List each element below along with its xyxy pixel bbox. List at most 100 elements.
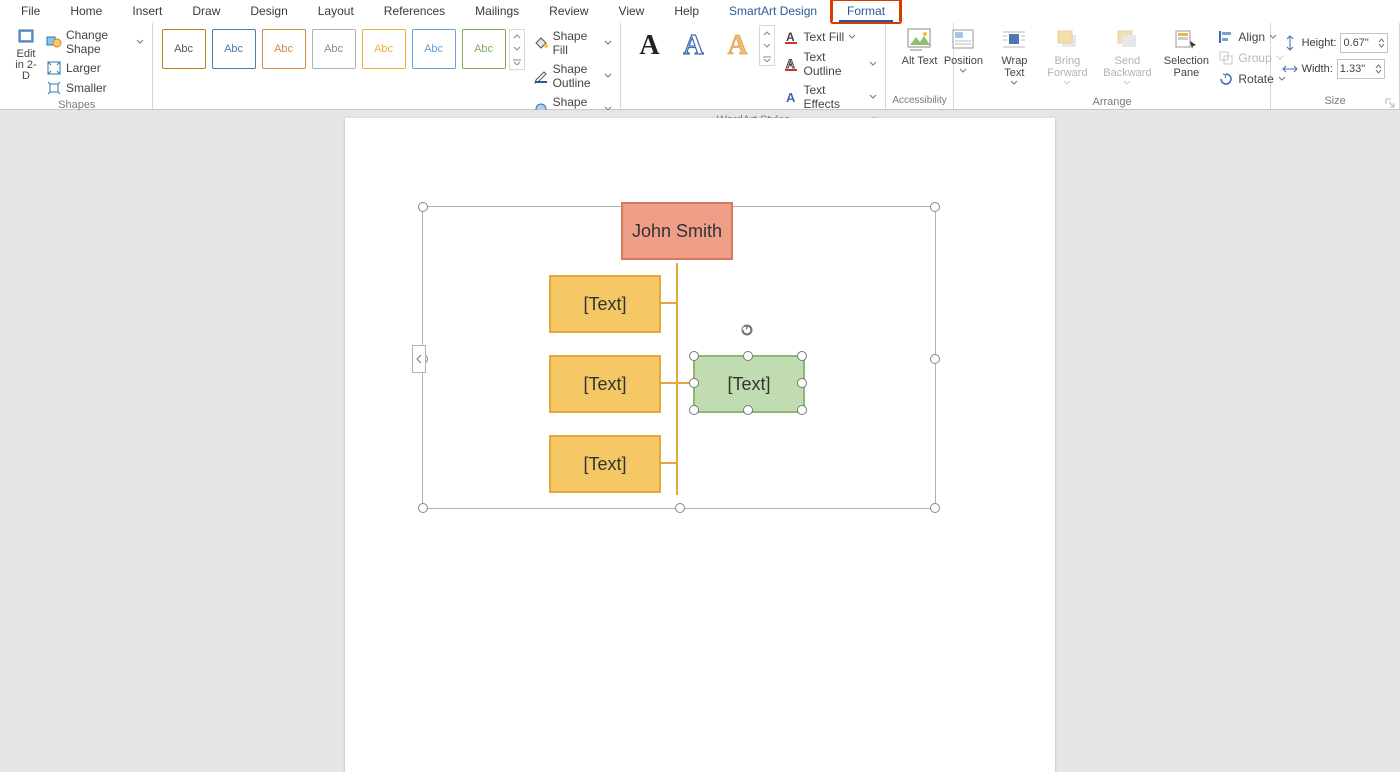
- wordart-preset-2[interactable]: A: [671, 26, 715, 66]
- tab-draw[interactable]: Draw: [177, 0, 235, 22]
- text-fill-button[interactable]: A Text Fill: [781, 28, 879, 46]
- tab-mailings[interactable]: Mailings: [460, 0, 534, 22]
- shape-handle-ne[interactable]: [797, 351, 807, 361]
- shape-style-preset-3[interactable]: Abc: [262, 29, 306, 69]
- rotate-handle[interactable]: [740, 323, 754, 337]
- change-shape-button[interactable]: Change Shape: [44, 27, 146, 57]
- position-button[interactable]: Position: [936, 25, 990, 82]
- tab-design[interactable]: Design: [235, 0, 302, 22]
- wordart-preset-1[interactable]: A: [627, 26, 671, 66]
- scroll-up-icon[interactable]: [760, 26, 774, 39]
- resize-handle-sw[interactable]: [418, 503, 428, 513]
- group-icon: [1218, 50, 1234, 66]
- width-icon: [1282, 61, 1298, 77]
- shape-handle-s[interactable]: [743, 405, 753, 415]
- larger-button[interactable]: Larger: [44, 59, 146, 77]
- ribbon: Edit in 2-D Change Shape Larger Smaller …: [0, 23, 1400, 110]
- send-backward-icon: [1113, 27, 1141, 53]
- tab-smartart-design[interactable]: SmartArt Design: [714, 0, 832, 22]
- shape-fill-button[interactable]: Shape Fill: [531, 28, 615, 58]
- shape-style-preset-5[interactable]: Abc: [362, 29, 406, 69]
- smartart-node-child-1[interactable]: [Text]: [549, 275, 661, 333]
- text-effects-icon: A: [783, 89, 799, 105]
- gallery-more-icon[interactable]: [510, 56, 524, 69]
- chevron-down-icon: [848, 33, 856, 41]
- height-spinner[interactable]: 0.67": [1340, 33, 1388, 53]
- bring-forward-button: Bring Forward: [1038, 25, 1096, 94]
- group-label-arrange: Arrange: [960, 94, 1264, 110]
- shape-style-gallery-scroll[interactable]: [509, 29, 525, 70]
- tab-view[interactable]: View: [604, 0, 660, 22]
- chevron-down-icon: [959, 67, 967, 75]
- shape-style-preset-7[interactable]: Abc: [462, 29, 506, 69]
- shape-outline-button[interactable]: Shape Outline: [531, 61, 615, 91]
- align-icon: [1218, 29, 1234, 45]
- width-spinner[interactable]: 1.33": [1337, 59, 1385, 79]
- tab-insert[interactable]: Insert: [117, 0, 177, 22]
- resize-handle-se[interactable]: [930, 503, 940, 513]
- document-page[interactable]: John Smith [Text] [Text] [Text] [Text]: [345, 118, 1055, 772]
- tab-home[interactable]: Home: [55, 0, 117, 22]
- text-outline-button[interactable]: A Text Outline: [781, 49, 879, 79]
- edit-in-2d-button[interactable]: Edit in 2-D: [8, 25, 44, 84]
- group-label-size: Size: [1277, 93, 1393, 109]
- svg-text:A: A: [786, 90, 796, 105]
- shape-style-preset-1[interactable]: Abc: [162, 29, 206, 69]
- tab-review[interactable]: Review: [534, 0, 603, 22]
- resize-handle-e[interactable]: [930, 354, 940, 364]
- shape-handle-e[interactable]: [797, 378, 807, 388]
- shape-handle-sw[interactable]: [689, 405, 699, 415]
- smartart-container[interactable]: John Smith [Text] [Text] [Text] [Text]: [422, 206, 936, 509]
- shape-style-preset-2[interactable]: Abc: [212, 29, 256, 69]
- position-icon: [949, 27, 977, 53]
- resize-handle-nw[interactable]: [418, 202, 428, 212]
- chevron-down-icon: [869, 60, 877, 68]
- scroll-down-icon[interactable]: [510, 43, 524, 56]
- shape-handle-nw[interactable]: [689, 351, 699, 361]
- smartart-node-child-3[interactable]: [Text]: [549, 435, 661, 493]
- alt-text-icon: [906, 27, 934, 53]
- wordart-preset-3[interactable]: A: [715, 26, 759, 66]
- svg-text:A: A: [786, 57, 795, 71]
- group-label-accessibility: Accessibility: [892, 93, 947, 109]
- resize-handle-ne[interactable]: [930, 202, 940, 212]
- selection-pane-icon: [1172, 27, 1200, 53]
- text-pane-toggle[interactable]: [412, 345, 426, 373]
- chevron-down-icon: [1010, 79, 1018, 87]
- resize-handle-s[interactable]: [675, 503, 685, 513]
- text-effects-button[interactable]: A Text Effects: [781, 82, 879, 112]
- wrap-text-button[interactable]: Wrap Text: [990, 25, 1038, 94]
- connector-vertical: [676, 263, 678, 495]
- height-icon: [1282, 35, 1298, 51]
- shape-handle-n[interactable]: [743, 351, 753, 361]
- edit-2d-icon: [16, 27, 36, 47]
- smaller-button[interactable]: Smaller: [44, 79, 146, 97]
- shape-handle-w[interactable]: [689, 378, 699, 388]
- scroll-up-icon[interactable]: [510, 30, 524, 43]
- chevron-down-icon: [136, 38, 144, 46]
- smartart-node-root[interactable]: John Smith: [621, 202, 733, 260]
- tab-file[interactable]: File: [6, 0, 55, 22]
- tab-layout[interactable]: Layout: [303, 0, 369, 22]
- ribbon-tab-strip: File Home Insert Draw Design Layout Refe…: [0, 0, 1400, 23]
- dialog-launcher-icon[interactable]: [1385, 98, 1395, 108]
- shape-handle-se[interactable]: [797, 405, 807, 415]
- wordart-gallery-scroll[interactable]: [759, 25, 775, 66]
- height-label: Height:: [1302, 37, 1337, 49]
- shape-style-preset-6[interactable]: Abc: [412, 29, 456, 69]
- width-label: Width:: [1302, 63, 1333, 75]
- change-shape-icon: [46, 34, 62, 50]
- scroll-down-icon[interactable]: [760, 39, 774, 52]
- smartart-node-child-2[interactable]: [Text]: [549, 355, 661, 413]
- shape-style-preset-4[interactable]: Abc: [312, 29, 356, 69]
- group-label-shapes: Shapes: [8, 97, 146, 113]
- chevron-left-icon: [416, 354, 422, 364]
- bucket-icon: [533, 35, 549, 51]
- document-workspace[interactable]: John Smith [Text] [Text] [Text] [Text]: [0, 110, 1400, 772]
- tab-format[interactable]: Format: [832, 0, 900, 22]
- tab-references[interactable]: References: [369, 0, 460, 22]
- selection-pane-button[interactable]: Selection Pane: [1158, 25, 1214, 81]
- tab-help[interactable]: Help: [659, 0, 714, 22]
- svg-text:A: A: [786, 30, 795, 44]
- gallery-more-icon[interactable]: [760, 52, 774, 65]
